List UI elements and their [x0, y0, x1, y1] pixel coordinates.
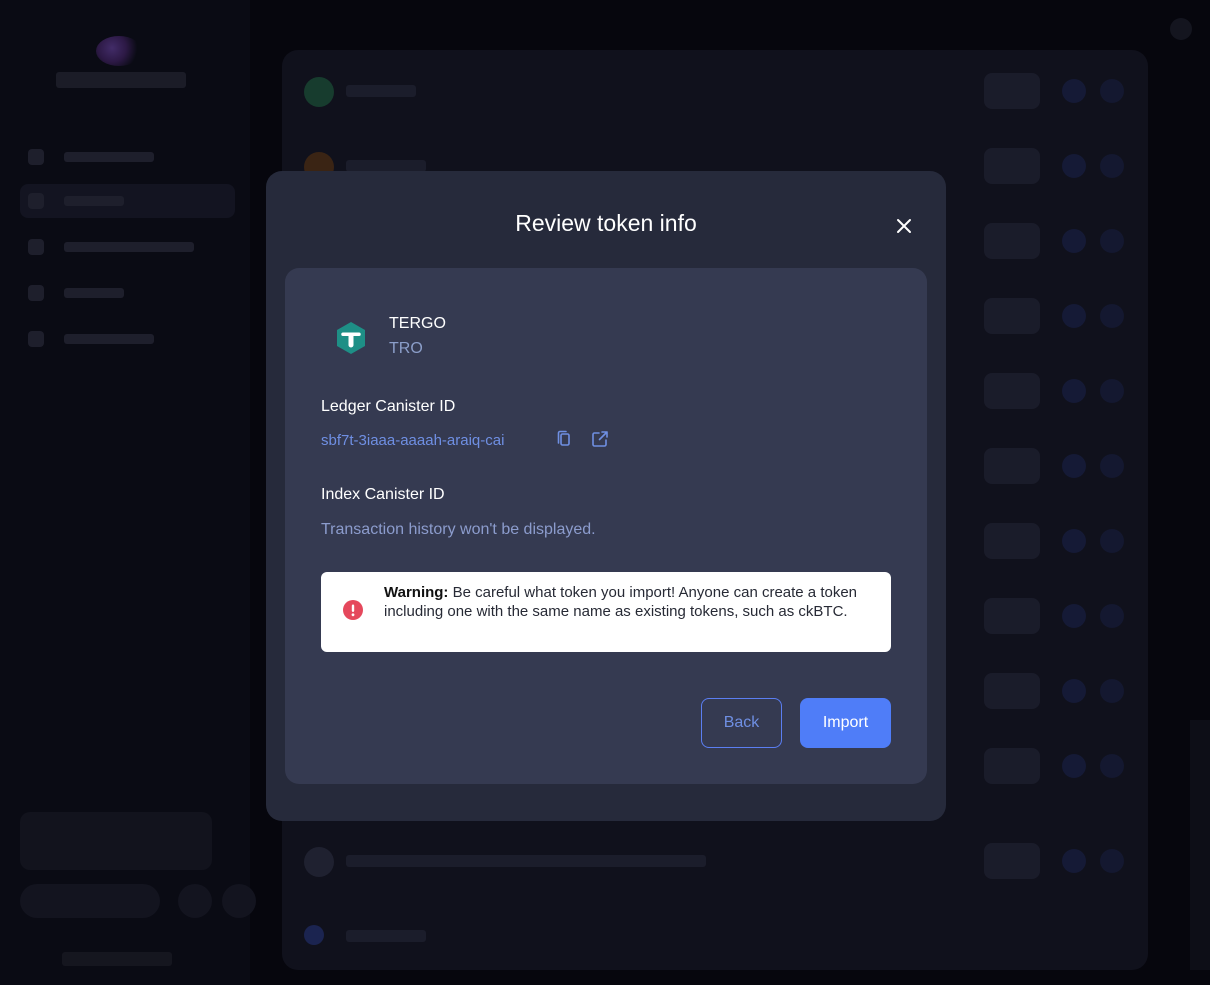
warning-message: Be careful what token you import! Anyone…	[384, 584, 858, 620]
modal-title: Review token info	[515, 210, 697, 236]
warning-text: Warning: Be careful what token you impor…	[384, 583, 874, 621]
scrollbar	[1190, 720, 1210, 970]
sidebar-footer	[62, 952, 172, 966]
token-info-card: TERGO TRO Ledger Canister ID sbf7t-3iaaa…	[285, 268, 927, 784]
external-link-icon[interactable]	[591, 430, 609, 448]
token-row	[282, 825, 1148, 895]
app-logo-text	[56, 72, 186, 88]
sidebar-pill-button	[20, 884, 160, 918]
alert-circle-icon	[343, 600, 363, 620]
close-button[interactable]	[892, 214, 916, 238]
app-logo	[96, 36, 142, 66]
index-canister-label: Index Canister ID	[321, 486, 445, 503]
sidebar-item-5	[20, 322, 235, 356]
sidebar-round-button-1	[178, 884, 212, 918]
warning-title: Warning:	[384, 584, 449, 601]
tergo-logo-icon	[337, 322, 365, 354]
token-row	[282, 55, 1148, 125]
warning-box: Warning: Be careful what token you impor…	[321, 572, 891, 652]
index-canister-message: Transaction history won't be displayed.	[321, 521, 596, 538]
sidebar-item-4	[20, 276, 235, 310]
token-symbol: TRO	[389, 340, 423, 357]
sidebar-item-1	[20, 140, 235, 174]
ledger-canister-id: sbf7t-3iaaa-aaaah-araiq-cai	[321, 432, 505, 449]
copy-icon[interactable]	[556, 430, 572, 448]
ledger-canister-label: Ledger Canister ID	[321, 398, 456, 415]
sidebar-item-2	[20, 184, 235, 218]
topbar-icon	[1170, 18, 1192, 40]
token-name: TERGO	[389, 315, 446, 332]
sidebar-item-3	[20, 230, 235, 264]
manage-tokens-row	[282, 900, 1148, 970]
import-button[interactable]: Import	[800, 698, 891, 748]
sidebar-round-button-2	[222, 884, 256, 918]
sidebar-dimmed	[0, 0, 256, 985]
sidebar-card	[20, 812, 212, 870]
close-icon	[897, 219, 911, 233]
review-token-modal: Review token info TERGO TRO Ledger Canis…	[266, 171, 946, 821]
back-button[interactable]: Back	[701, 698, 782, 748]
